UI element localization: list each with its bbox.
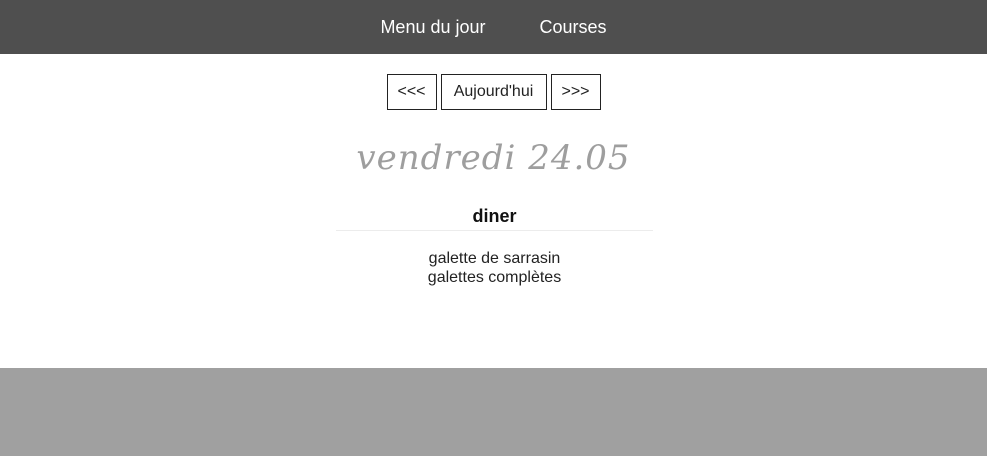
next-day-button[interactable]: >>> [550, 74, 601, 110]
previous-day-button[interactable]: <<< [386, 74, 437, 110]
meal-section: diner galette de sarrasin galettes compl… [336, 206, 653, 287]
top-navigation-bar: Menu du jour Courses [0, 0, 987, 54]
nav-link-menu-du-jour[interactable]: Menu du jour [380, 17, 485, 38]
day-navigation: <<< Aujourd'hui >>> [0, 74, 987, 110]
today-button[interactable]: Aujourd'hui [440, 74, 547, 110]
nav-link-courses[interactable]: Courses [540, 17, 607, 38]
current-date-heading: vendredi 24.05 [356, 138, 631, 178]
main-content: <<< Aujourd'hui >>> vendredi 24.05 diner… [0, 54, 987, 368]
meal-item: galette de sarrasin [428, 250, 561, 267]
meal-title: diner [336, 206, 653, 231]
meal-item-list: galette de sarrasin galettes complètes [336, 249, 653, 287]
meal-item: galettes complètes [427, 269, 562, 286]
